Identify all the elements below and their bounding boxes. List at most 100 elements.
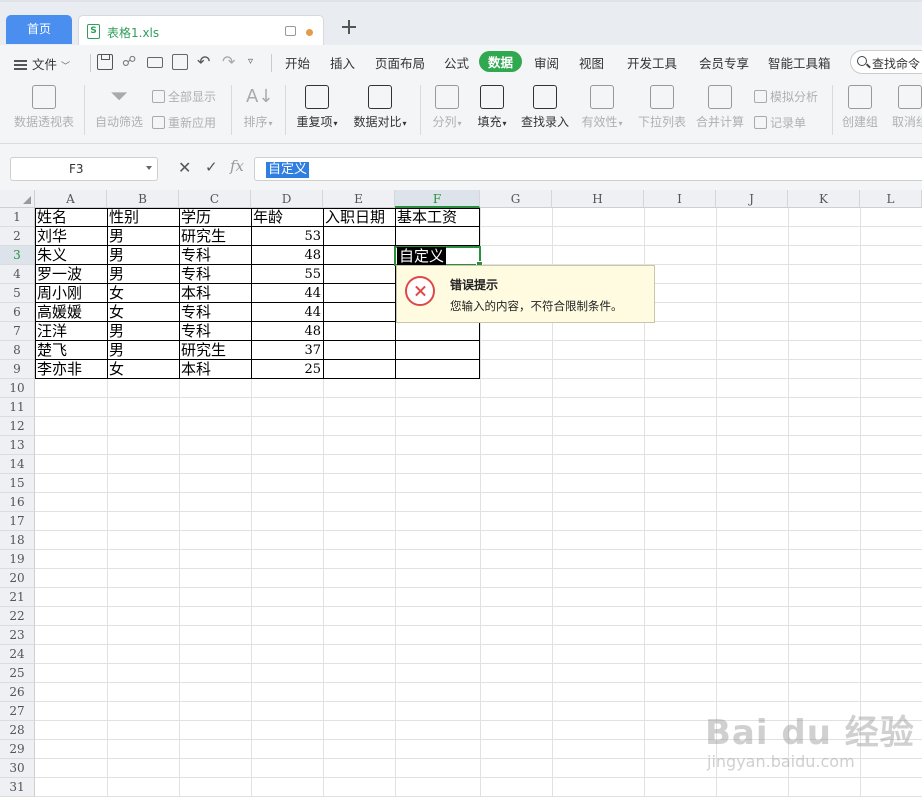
cell-number[interactable]: 44 — [253, 284, 323, 303]
duplicates-button[interactable]: 重复项▾ — [292, 79, 342, 130]
cell-number[interactable]: 48 — [253, 322, 323, 341]
row-header-19[interactable]: 19 — [0, 550, 35, 569]
row-header-31[interactable]: 31 — [0, 778, 35, 797]
record-form-button[interactable]: 记录单 — [754, 114, 806, 131]
cell-text[interactable]: 高媛媛 — [37, 303, 107, 322]
cell-text[interactable]: 专科 — [181, 322, 251, 341]
new-tab-plus-icon[interactable] — [340, 18, 358, 36]
monitor-icon[interactable] — [285, 26, 296, 36]
column-header-e[interactable]: E — [323, 190, 395, 208]
menu-data[interactable]: 数据 — [479, 51, 523, 72]
cell-text[interactable]: 周小刚 — [37, 284, 107, 303]
formula-input[interactable]: 自定义 — [254, 157, 922, 181]
confirm-entry-icon[interactable]: ✓ — [205, 158, 218, 176]
save-icon[interactable] — [97, 54, 113, 70]
cancel-entry-icon[interactable]: ✕ — [178, 158, 191, 177]
row-header-9[interactable]: 9 — [0, 360, 35, 379]
row-header-7[interactable]: 7 — [0, 322, 35, 341]
cell-number[interactable]: 53 — [253, 227, 323, 246]
cell-text[interactable]: 女 — [109, 303, 179, 322]
menu-member[interactable]: 会员专享 — [699, 53, 749, 72]
column-header-a[interactable]: A — [35, 190, 107, 208]
cell-text[interactable]: 李亦非 — [37, 360, 107, 379]
row-header-21[interactable]: 21 — [0, 588, 35, 607]
cell-text[interactable]: 男 — [109, 341, 179, 360]
row-header-26[interactable]: 26 — [0, 683, 35, 702]
validity-button[interactable]: 有效性▾ — [579, 79, 625, 130]
row-header-25[interactable]: 25 — [0, 664, 35, 683]
row-header-10[interactable]: 10 — [0, 379, 35, 398]
cell-number[interactable]: 48 — [253, 246, 323, 265]
column-header-k[interactable]: K — [788, 190, 860, 208]
cell-text[interactable]: 男 — [109, 227, 179, 246]
row-header-8[interactable]: 8 — [0, 341, 35, 360]
cell-header[interactable]: 年龄 — [253, 208, 323, 227]
row-header-24[interactable]: 24 — [0, 645, 35, 664]
row-header-18[interactable]: 18 — [0, 531, 35, 550]
cell-header[interactable]: 基本工资 — [397, 208, 480, 227]
cell-text[interactable]: 女 — [109, 360, 179, 379]
menu-file[interactable]: 文件 ﹀ — [14, 54, 70, 73]
column-header-f[interactable]: F — [395, 190, 480, 208]
row-header-12[interactable]: 12 — [0, 417, 35, 436]
menu-page-layout[interactable]: 页面布局 — [375, 53, 425, 72]
menu-view[interactable]: 视图 — [579, 53, 604, 72]
what-if-analysis-button[interactable]: 模拟分析 — [754, 88, 818, 105]
row-header-4[interactable]: 4 — [0, 265, 35, 284]
cell-text[interactable]: 研究生 — [181, 227, 251, 246]
row-header-23[interactable]: 23 — [0, 626, 35, 645]
cell-text[interactable]: 楚飞 — [37, 341, 107, 360]
row-header-16[interactable]: 16 — [0, 493, 35, 512]
cell-text[interactable]: 男 — [109, 265, 179, 284]
column-header-j[interactable]: J — [716, 190, 788, 208]
create-group-button[interactable]: 创建组 — [840, 79, 880, 130]
row-header-6[interactable]: 6 — [0, 303, 35, 322]
name-box[interactable]: F3 — [10, 157, 158, 181]
cell-text[interactable]: 刘华 — [37, 227, 107, 246]
print-preview-icon[interactable] — [172, 54, 188, 70]
cell-text[interactable]: 专科 — [181, 303, 251, 322]
row-header-2[interactable]: 2 — [0, 227, 35, 246]
row-header-17[interactable]: 17 — [0, 512, 35, 531]
cell-text[interactable]: 专科 — [181, 246, 251, 265]
cell-header[interactable]: 学历 — [181, 208, 251, 227]
lookup-entry-button[interactable]: 查找录入 — [519, 79, 571, 130]
redo-icon[interactable]: ↷ — [222, 54, 238, 70]
row-header-13[interactable]: 13 — [0, 436, 35, 455]
ungroup-button[interactable]: 取消组 — [888, 79, 922, 130]
cell-text[interactable]: 本科 — [181, 284, 251, 303]
row-header-22[interactable]: 22 — [0, 607, 35, 626]
format-painter-icon[interactable]: ☍ — [122, 54, 138, 70]
row-header-3[interactable]: 3 — [0, 246, 35, 265]
menu-home[interactable]: 开始 — [285, 53, 310, 72]
cell-text[interactable]: 本科 — [181, 360, 251, 379]
print-icon[interactable] — [147, 57, 163, 68]
cell-number[interactable]: 25 — [253, 360, 323, 379]
reapply-button[interactable]: 重新应用 — [152, 114, 216, 131]
cell-text[interactable]: 朱义 — [37, 246, 107, 265]
row-header-1[interactable]: 1 — [0, 208, 35, 227]
cell-number[interactable]: 44 — [253, 303, 323, 322]
cell-text[interactable]: 男 — [109, 322, 179, 341]
row-header-30[interactable]: 30 — [0, 759, 35, 778]
tab-file[interactable]: S 表格1.xls — [78, 15, 324, 47]
column-header-g[interactable]: G — [480, 190, 552, 208]
row-header-20[interactable]: 20 — [0, 569, 35, 588]
fill-button[interactable]: 填充▾ — [473, 79, 511, 130]
cell-text[interactable]: 研究生 — [181, 341, 251, 360]
row-header-29[interactable]: 29 — [0, 740, 35, 759]
sort-button[interactable]: A↓ 排序▾ — [238, 79, 278, 130]
column-header-c[interactable]: C — [179, 190, 251, 208]
column-header-b[interactable]: B — [107, 190, 179, 208]
row-header-15[interactable]: 15 — [0, 474, 35, 493]
menu-developer[interactable]: 开发工具 — [627, 53, 677, 72]
cell-number[interactable]: 55 — [253, 265, 323, 284]
column-header-l[interactable]: L — [860, 190, 922, 208]
customize-dropdown-icon[interactable]: ▿ — [248, 54, 264, 70]
dropdown-list-button[interactable]: 下拉列表 — [636, 79, 688, 130]
undo-icon[interactable]: ↶ — [197, 54, 213, 70]
cell-text[interactable]: 专科 — [181, 265, 251, 284]
menu-insert[interactable]: 插入 — [330, 53, 355, 72]
menu-smart-toolbox[interactable]: 智能工具箱 — [768, 53, 831, 72]
show-all-button[interactable]: 全部显示 — [152, 88, 216, 105]
